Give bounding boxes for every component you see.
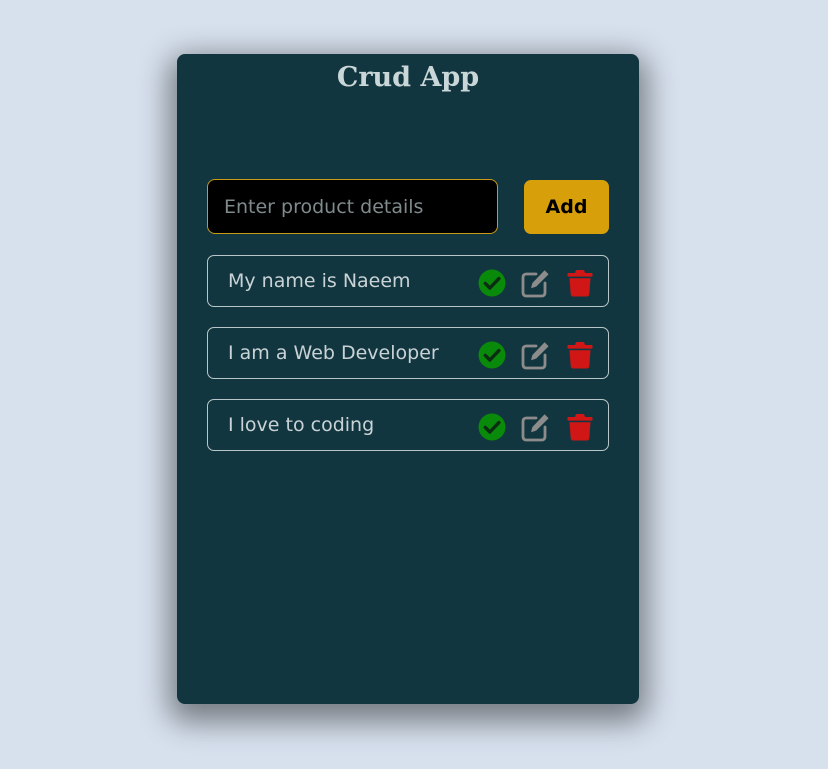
product-details-input[interactable] — [207, 179, 498, 234]
list-item-text: I love to coding — [228, 414, 375, 436]
list-item-text: I am a Web Developer — [228, 342, 439, 364]
add-button[interactable]: Add — [524, 180, 609, 234]
list-item-text: My name is Naeem — [228, 270, 411, 292]
list-item: I love to coding — [207, 399, 609, 451]
check-circle-icon[interactable] — [477, 340, 507, 370]
edit-icon[interactable] — [520, 412, 550, 442]
check-circle-icon[interactable] — [477, 412, 507, 442]
page-title: Crud App — [336, 62, 480, 93]
todo-list: My name is Naeem I am a Web Developer I … — [207, 255, 609, 471]
edit-icon[interactable] — [520, 340, 550, 370]
check-circle-icon[interactable] — [477, 268, 507, 298]
app-card: Crud App Add My name is Naeem I am a Web… — [177, 54, 639, 704]
trash-icon[interactable] — [565, 340, 595, 370]
edit-icon[interactable] — [520, 268, 550, 298]
list-item: I am a Web Developer — [207, 327, 609, 379]
trash-icon[interactable] — [565, 412, 595, 442]
trash-icon[interactable] — [565, 268, 595, 298]
list-item: My name is Naeem — [207, 255, 609, 307]
